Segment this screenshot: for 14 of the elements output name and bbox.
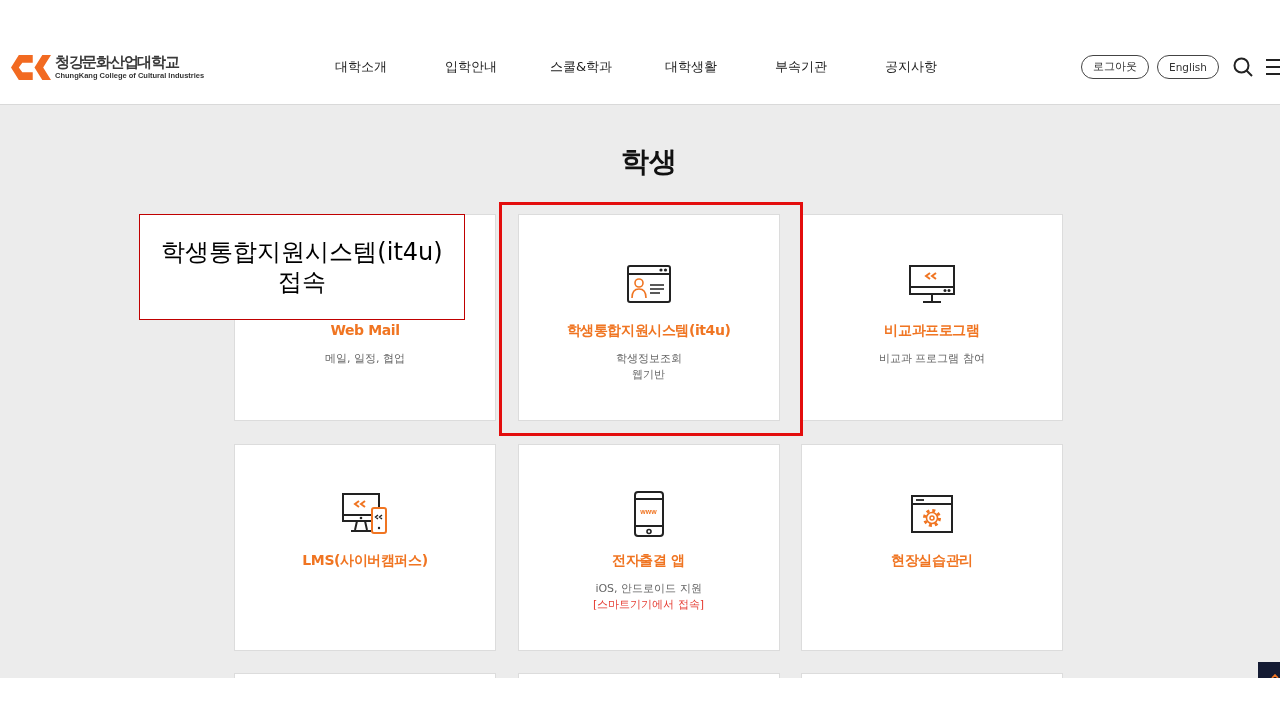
card-title: 비교과프로그램 [884,321,980,340]
page-title: 학생 [620,145,677,179]
card-title: 학생통합지원시스템(it4u) [566,321,731,340]
card-description: 메일, 일정, 협업 [325,351,405,367]
card-title: 현장실습관리 [891,550,973,570]
callout-tooltip: 학생통합지원시스템(it4u) 접속 [139,214,465,320]
card-title: Web Mail [330,321,400,340]
card-description: 비교과 프로그램 참여 [879,351,985,367]
card-description: 학생정보조회 [615,351,682,367]
card-note: [스마트기기에서 접속] [592,596,705,612]
card-description: iOS, 안드로이드 지원 [595,580,702,597]
card-title: 전자출결 앱 [612,550,685,570]
card-description: 웹기반 [632,367,665,383]
card-title: LMS(사이버캠퍼스) [302,550,428,570]
